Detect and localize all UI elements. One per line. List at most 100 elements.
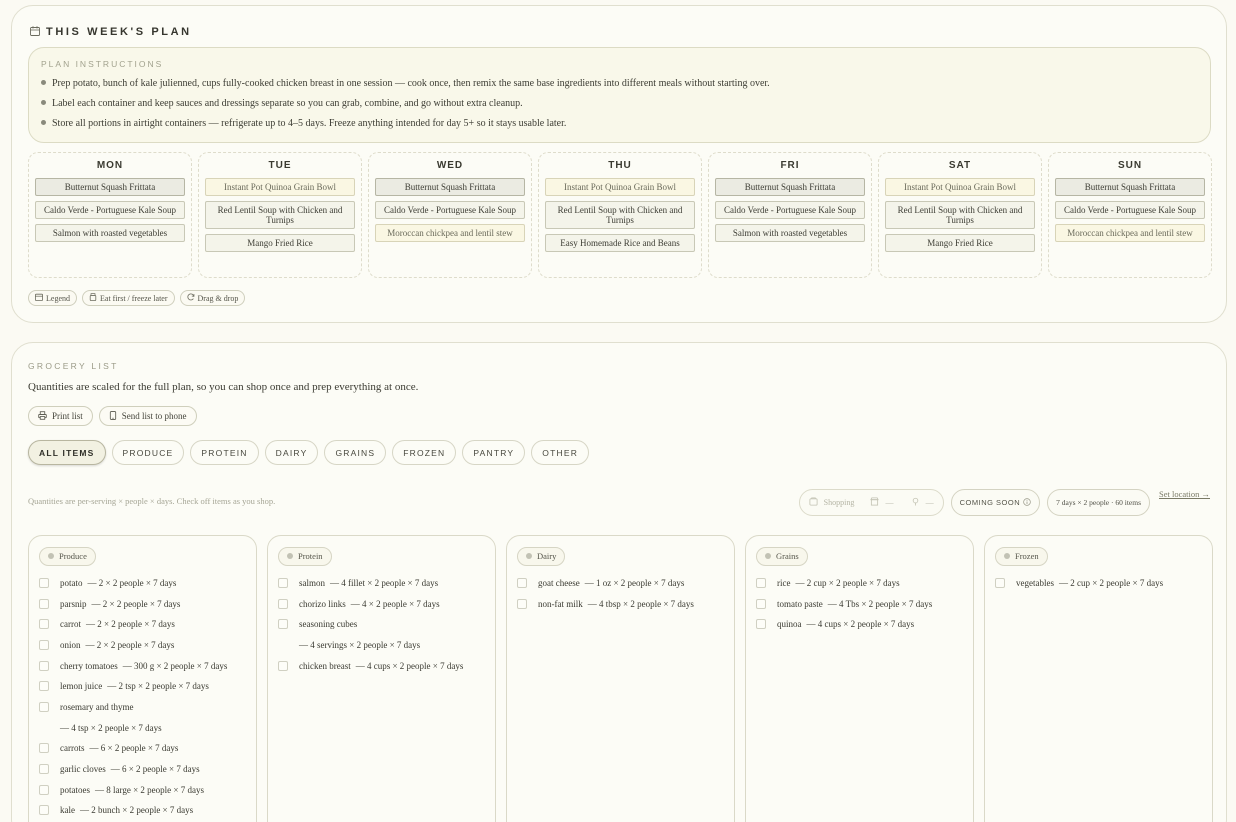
pill-label: Legend <box>46 293 70 303</box>
grocery-item: quinoa — 4 cups × 2 people × 7 days <box>756 614 963 635</box>
meal-card[interactable]: Red Lentil Soup with Chicken and Turnips <box>205 201 355 229</box>
item-quantity: — 2 bunch × 2 people × 7 days <box>80 805 194 816</box>
item-checkbox[interactable] <box>39 764 49 775</box>
grocery-item: carrots — 6 × 2 people × 7 days <box>39 738 246 759</box>
item-name: carrot <box>60 619 81 630</box>
print-list-button[interactable]: Print list <box>28 406 93 426</box>
meal-card[interactable]: Red Lentil Soup with Chicken and Turnips <box>545 201 695 229</box>
coming-soon-badge: COMING SOON <box>950 489 1041 516</box>
meal-card[interactable]: Instant Pot Quinoa Grain Bowl <box>885 178 1035 196</box>
item-checkbox[interactable] <box>39 660 49 671</box>
item-checkbox[interactable] <box>278 598 288 609</box>
jar-icon <box>89 293 97 303</box>
tab-protein[interactable]: PROTEIN <box>190 440 259 465</box>
meal-card[interactable]: Salmon with roasted vegetables <box>715 224 865 242</box>
tab-dairy[interactable]: DAIRY <box>264 440 319 465</box>
meal-card[interactable]: Instant Pot Quinoa Grain Bowl <box>545 178 695 196</box>
item-checkbox[interactable] <box>39 619 49 630</box>
grocery-item: potato — 2 × 2 people × 7 days <box>39 573 246 594</box>
item-quantity: — 4 × 2 people × 7 days <box>350 598 440 609</box>
tab-all-items[interactable]: ALL ITEMS <box>28 440 106 465</box>
day-name: SAT <box>948 160 972 171</box>
shopping-status-row: Shopping — — COMING SOON 7 days × 2 peop… <box>798 489 1210 516</box>
item-checkbox[interactable] <box>517 577 527 588</box>
item-checkbox[interactable] <box>756 619 766 630</box>
weekly-plan-card: THIS WEEK'S PLAN PLAN INSTRUCTIONS Prep … <box>11 5 1227 323</box>
item-checkbox[interactable] <box>756 598 766 609</box>
dot-icon <box>526 553 532 559</box>
item-checkbox[interactable] <box>756 577 766 588</box>
meal-card[interactable]: Caldo Verde - Portuguese Kale Soup <box>715 201 865 219</box>
meal-card[interactable]: Moroccan chickpea and lentil stew <box>375 224 525 242</box>
category-pill: Protein <box>278 546 332 566</box>
plan-pill-legend[interactable]: Legend <box>28 290 77 306</box>
item-quantity: — 8 large × 2 people × 7 days <box>95 784 204 795</box>
meal-card[interactable]: Caldo Verde - Portuguese Kale Soup <box>1055 201 1205 219</box>
item-checkbox[interactable] <box>39 701 49 712</box>
item-checkbox[interactable] <box>39 784 49 795</box>
item-checkbox[interactable] <box>995 577 1005 588</box>
day-column-mon: MON Butternut Squash Frittata Caldo Verde … <box>28 152 192 278</box>
grocery-item: rice — 2 cup × 2 people × 7 days <box>756 573 963 594</box>
set-location-link[interactable]: Set location → <box>1159 489 1210 499</box>
item-quantity: — 4 cups × 2 people × 7 days <box>806 619 915 630</box>
item-checkbox[interactable] <box>39 577 49 588</box>
item-checkbox[interactable] <box>278 577 288 588</box>
refresh-icon <box>186 293 195 303</box>
item-checkbox[interactable] <box>39 598 49 609</box>
tab-grains[interactable]: GRAINS <box>324 440 387 465</box>
send-to-phone-button[interactable]: Send list to phone <box>98 406 197 426</box>
item-checkbox[interactable] <box>278 619 288 630</box>
plan-pill-eat-first-freeze-later[interactable]: Eat first / freeze later <box>82 290 175 306</box>
info-icon[interactable] <box>1023 497 1031 508</box>
item-checkbox[interactable] <box>278 660 288 671</box>
tab-other[interactable]: OTHER <box>531 440 590 465</box>
grocery-item: seasoning cubes <box>278 614 485 635</box>
meal-card[interactable]: Mango Fried Rice <box>205 234 355 252</box>
item-checkbox[interactable] <box>39 743 49 754</box>
meal-card[interactable]: Moroccan chickpea and lentil stew <box>1055 224 1205 242</box>
item-checkbox[interactable] <box>39 805 49 816</box>
meal-card[interactable]: Butternut Squash Frittata <box>375 178 525 196</box>
meal-card[interactable]: Salmon with roasted vegetables <box>35 224 185 242</box>
meal-card[interactable]: Caldo Verde - Portuguese Kale Soup <box>375 201 525 219</box>
meal-card[interactable]: Instant Pot Quinoa Grain Bowl <box>205 178 355 196</box>
instruction-text: Store all portions in airtight container… <box>52 118 567 129</box>
plan-pill-drag-drop[interactable]: Drag & drop <box>179 290 246 306</box>
day-column-wed: WED Butternut Squash Frittata Caldo Verde … <box>368 152 532 278</box>
category-column-grains: Grains rice — 2 cup × 2 people × 7 days tom… <box>745 535 974 822</box>
item-checkbox[interactable] <box>39 681 49 692</box>
instructions-title: PLAN INSTRUCTIONS <box>41 59 164 69</box>
printer-icon <box>38 410 47 422</box>
meal-card[interactable]: Butternut Squash Frittata <box>1055 178 1205 196</box>
item-name: non-fat milk <box>538 598 583 609</box>
plan-header: THIS WEEK'S PLAN <box>30 23 192 41</box>
category-name: Dairy <box>537 551 557 561</box>
item-checkbox[interactable] <box>517 598 527 609</box>
meal-card[interactable]: Red Lentil Soup with Chicken and Turnips <box>885 201 1035 229</box>
plan-meta-pill: 7 days × 2 people · 60 items <box>1047 489 1150 516</box>
item-checkbox[interactable] <box>39 639 49 650</box>
grocery-item: tomato paste — 4 Tbs × 2 people × 7 days <box>756 593 963 614</box>
tab-pantry[interactable]: PANTRY <box>462 440 526 465</box>
item-name: seasoning cubes <box>299 619 358 630</box>
grocery-actions: Print list Send list to phone <box>28 406 197 426</box>
meal-card[interactable]: Easy Homemade Rice and Beans <box>545 234 695 252</box>
meal-card[interactable]: Butternut Squash Frittata <box>35 178 185 196</box>
meal-card[interactable]: Mango Fried Rice <box>885 234 1035 252</box>
category-name: Produce <box>59 551 87 561</box>
meal-card[interactable]: Butternut Squash Frittata <box>715 178 865 196</box>
tab-frozen[interactable]: FROZEN <box>392 440 457 465</box>
grocery-item: lemon juice — 2 tsp × 2 people × 7 days <box>39 676 246 697</box>
item-quantity: — 2 cup × 2 people × 7 days <box>795 577 900 588</box>
tab-produce[interactable]: PRODUCE <box>111 440 185 465</box>
item-quantity: — 1 oz × 2 people × 7 days <box>584 577 685 588</box>
day-name: WED <box>436 160 464 171</box>
meal-card[interactable]: Caldo Verde - Portuguese Kale Soup <box>35 201 185 219</box>
grocery-list-card: GROCERY LIST Quantities are scaled for t… <box>11 342 1227 822</box>
grocery-item: carrot — 2 × 2 people × 7 days <box>39 614 246 635</box>
grocery-item: non-fat milk — 4 tbsp × 2 people × 7 days <box>517 593 724 614</box>
location-pin-icon <box>911 497 920 508</box>
shopping-selector[interactable]: Shopping — — <box>798 489 944 516</box>
cart-icon <box>809 497 818 508</box>
